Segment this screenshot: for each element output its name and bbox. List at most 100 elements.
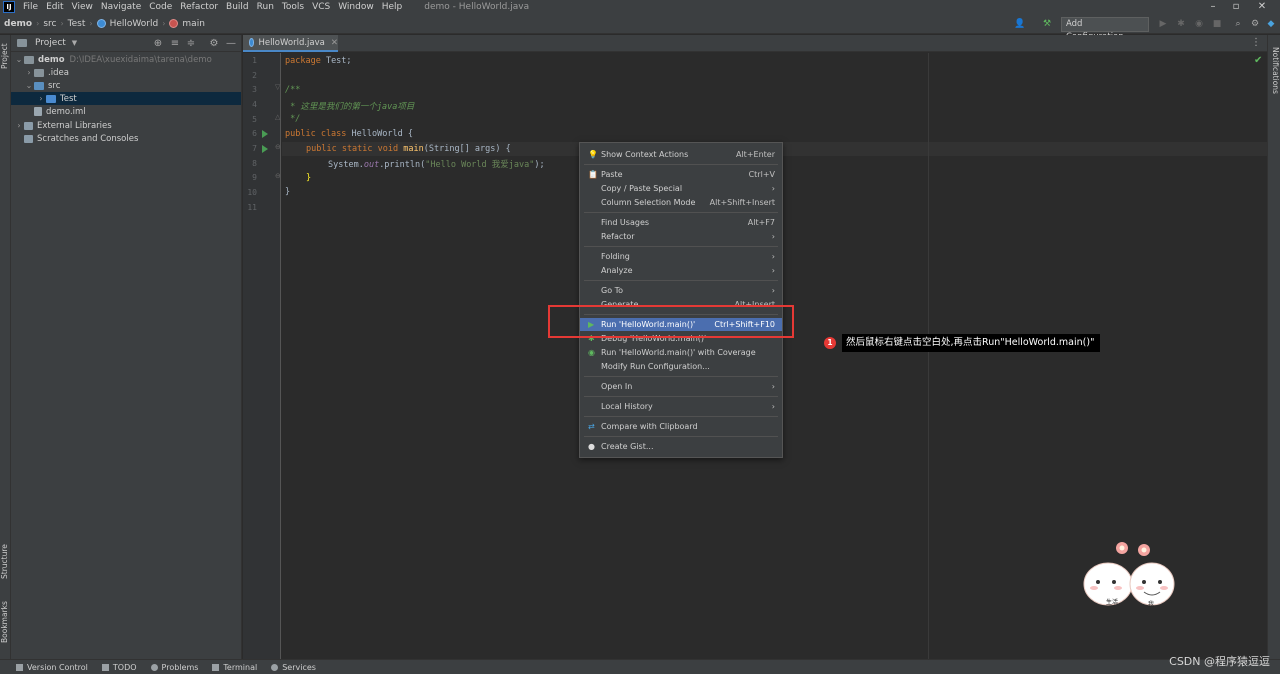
run-icon[interactable]: ▶: [1157, 18, 1169, 30]
menu-item-label: Compare with Clipboard: [601, 422, 698, 431]
structure-tool-tab[interactable]: Structure: [0, 540, 11, 584]
problems-tab[interactable]: Problems: [150, 663, 198, 672]
static-field: out: [363, 160, 380, 170]
plugin-icon[interactable]: ◆: [1265, 18, 1277, 30]
tree-item-demo-iml[interactable]: demo.iml: [11, 105, 241, 118]
menu-tools[interactable]: Tools: [282, 2, 304, 12]
menu-window[interactable]: Window: [338, 2, 374, 12]
menu-refactor[interactable]: Refactor: [180, 2, 218, 12]
notifications-tool-tab[interactable]: Notifications: [1269, 41, 1280, 99]
dropdown-arrow-icon[interactable]: ▼: [72, 39, 77, 47]
gear-icon[interactable]: ⚙: [1249, 18, 1261, 30]
todo-tab[interactable]: TODO: [101, 663, 137, 672]
project-tool-tab[interactable]: Project: [0, 39, 11, 73]
tree-item-idea[interactable]: › .idea: [11, 66, 241, 79]
menu-item-create-gist[interactable]: ● Create Gist...: [580, 440, 782, 453]
fold-icon[interactable]: ⊖: [275, 143, 281, 151]
build-hammer-icon[interactable]: ⚒: [1041, 18, 1053, 30]
close-window-icon[interactable]: ✕: [1252, 0, 1272, 14]
version-control-icon: [16, 663, 23, 671]
terminal-tab[interactable]: Terminal: [212, 663, 257, 672]
menu-file[interactable]: File: [23, 2, 38, 12]
tree-item-scratches[interactable]: Scratches and Consoles: [11, 132, 241, 145]
fold-icon[interactable]: △: [275, 113, 280, 121]
editor-gutter[interactable]: 1 2 3 4 5 6 7 8 9 10 11 ▽ △ ⊖ ⊖: [243, 53, 281, 659]
menu-separator: [584, 376, 778, 377]
menu-view[interactable]: View: [72, 2, 93, 12]
chevron-right-icon[interactable]: ›: [24, 68, 34, 77]
menu-item-modify-run-configuration[interactable]: Modify Run Configuration...: [580, 360, 782, 373]
locate-target-icon[interactable]: ⊕: [152, 38, 164, 50]
close-tab-icon[interactable]: ✕: [331, 38, 338, 48]
menu-item-copy-paste-special[interactable]: Copy / Paste Special ›: [580, 182, 782, 195]
fold-icon[interactable]: ▽: [275, 83, 280, 91]
more-options-icon[interactable]: ⋮: [1251, 37, 1261, 48]
menu-item-show-context-actions[interactable]: 💡 Show Context Actions Alt+Enter: [580, 148, 782, 161]
debug-icon[interactable]: ✱: [1175, 18, 1187, 30]
submenu-arrow-icon: ›: [771, 266, 775, 275]
menu-item-refactor[interactable]: Refactor ›: [580, 230, 782, 243]
run-class-gutter-icon[interactable]: [262, 130, 268, 138]
menu-vcs[interactable]: VCS: [312, 2, 330, 12]
menu-separator: [584, 164, 778, 165]
user-icon[interactable]: 👤: [1014, 18, 1026, 30]
breadcrumb-project[interactable]: demo: [4, 19, 32, 29]
menu-help[interactable]: Help: [382, 2, 403, 12]
maximize-icon[interactable]: ▫: [1226, 0, 1246, 14]
menu-item-compare-with-clipboard[interactable]: ⇄ Compare with Clipboard: [580, 420, 782, 433]
chevron-down-icon[interactable]: ⌄: [14, 55, 24, 64]
code-line-1: package Test;: [285, 56, 352, 66]
gear-icon[interactable]: ⚙: [208, 38, 220, 50]
no-problems-check-icon[interactable]: ✔: [1254, 55, 1262, 66]
tree-item-src[interactable]: ⌄ src: [11, 79, 241, 92]
tree-item-path: D:\IDEA\xuexidaima\tarena\demo: [69, 54, 212, 65]
chevron-right-icon[interactable]: ›: [36, 94, 46, 103]
tree-item-test[interactable]: › Test: [11, 92, 241, 105]
menu-item-go-to[interactable]: Go To ›: [580, 284, 782, 297]
version-control-tab[interactable]: Version Control: [16, 663, 88, 672]
menu-item-find-usages[interactable]: Find Usages Alt+F7: [580, 216, 782, 229]
menu-item-folding[interactable]: Folding ›: [580, 250, 782, 263]
code-text: (String[] args) {: [423, 144, 511, 154]
minimize-icon[interactable]: –: [1203, 0, 1223, 14]
line-number: 6: [252, 129, 257, 138]
coverage-icon[interactable]: ◉: [1193, 18, 1205, 30]
menu-item-analyze[interactable]: Analyze ›: [580, 264, 782, 277]
menu-run[interactable]: Run: [257, 2, 274, 12]
tab-helloworld-java[interactable]: HelloWorld.java ✕: [243, 35, 338, 52]
tree-item-demo[interactable]: ⌄ demo D:\IDEA\xuexidaima\tarena\demo: [11, 53, 241, 66]
breadcrumb-method[interactable]: main: [182, 19, 205, 29]
menu-navigate[interactable]: Navigate: [101, 2, 141, 12]
right-margin-guide: [928, 53, 929, 659]
breadcrumb-src[interactable]: src: [43, 19, 56, 29]
menu-edit[interactable]: Edit: [46, 2, 63, 12]
services-tab[interactable]: Services: [271, 663, 316, 672]
search-icon[interactable]: ⌕: [1232, 18, 1244, 30]
chevron-down-icon[interactable]: ⌄: [24, 81, 34, 90]
menu-item-column-selection-mode[interactable]: Column Selection Mode Alt+Shift+Insert: [580, 196, 782, 209]
chevron-right-icon[interactable]: ›: [14, 121, 24, 130]
folder-icon: [24, 55, 34, 64]
stop-icon[interactable]: ■: [1211, 18, 1223, 30]
annotation-highlight-box: [548, 305, 794, 338]
menu-item-run-with-coverage[interactable]: ◉ Run 'HelloWorld.main()' with Coverage: [580, 346, 782, 359]
breadcrumb-package[interactable]: Test: [68, 19, 86, 29]
collapse-all-icon[interactable]: ≑: [185, 38, 197, 50]
menu-item-label: Go To: [601, 286, 624, 295]
add-configuration-button[interactable]: Add Configuration...: [1061, 17, 1149, 42]
tree-item-external-libraries[interactable]: › External Libraries: [11, 119, 241, 132]
submenu-arrow-icon: ›: [771, 252, 775, 261]
menu-build[interactable]: Build: [226, 2, 249, 12]
menu-item-local-history[interactable]: Local History ›: [580, 400, 782, 413]
project-panel-title[interactable]: Project: [35, 38, 66, 48]
expand-all-icon[interactable]: ≡: [169, 38, 181, 50]
hide-panel-icon[interactable]: —: [225, 38, 237, 50]
fold-icon[interactable]: ⊖: [275, 172, 281, 180]
run-method-gutter-icon[interactable]: [262, 145, 268, 153]
menu-bar: IJ File Edit View Navigate Code Refactor…: [0, 0, 1280, 14]
breadcrumb-class[interactable]: HelloWorld: [110, 19, 159, 29]
menu-item-open-in[interactable]: Open In ›: [580, 380, 782, 393]
menu-code[interactable]: Code: [149, 2, 172, 12]
menu-item-paste[interactable]: 📋 Paste Ctrl+V: [580, 168, 782, 181]
bookmarks-tool-tab[interactable]: Bookmarks: [0, 597, 11, 647]
